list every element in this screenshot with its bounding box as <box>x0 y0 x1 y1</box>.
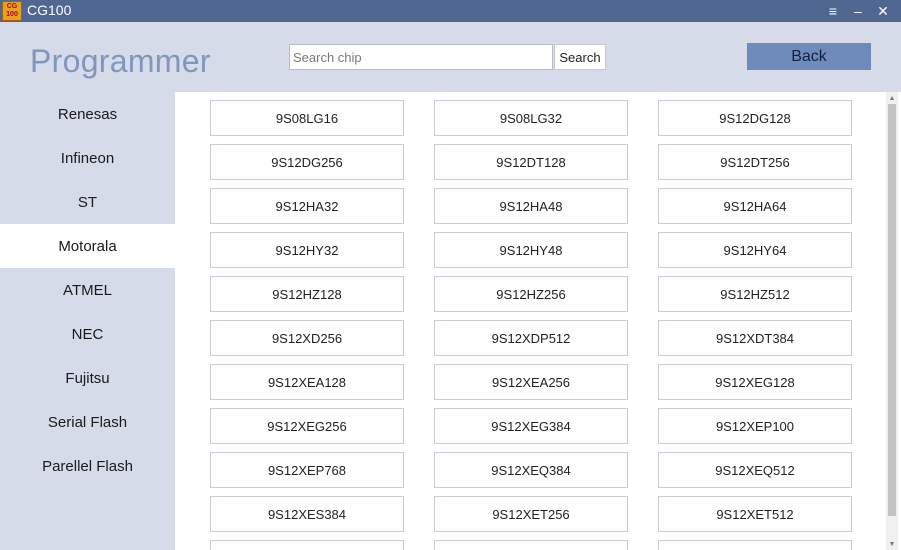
chip-button[interactable] <box>210 540 404 550</box>
chip-button[interactable]: 9S12DT256 <box>658 144 852 180</box>
chip-button-label: 9S08LG32 <box>499 110 563 126</box>
sidebar-item-label: Infineon <box>60 149 115 167</box>
chip-button-label: 9S12DT256 <box>720 154 790 170</box>
sidebar-item-nec[interactable]: NEC <box>0 312 175 356</box>
sidebar-item-atmel[interactable]: ATMEL <box>0 268 175 312</box>
chip-button[interactable]: 9S08LG32 <box>434 100 628 136</box>
chip-button-label: 9S12XEG128 <box>715 374 795 390</box>
sidebar-item-renesas[interactable]: Renesas <box>0 92 175 136</box>
chip-button-label: 9S12DG256 <box>271 154 343 170</box>
chip-button-label: 9S12HZ256 <box>496 286 566 302</box>
chip-button[interactable]: 9S12DT128 <box>434 144 628 180</box>
scroll-down-icon[interactable]: ▼ <box>886 538 898 550</box>
chip-button[interactable]: 9S12XD256 <box>210 320 404 356</box>
chip-button[interactable]: 9S12XDP512 <box>434 320 628 356</box>
chip-button-label: 9S12XEP100 <box>715 418 795 434</box>
chip-button[interactable]: 9S12XET512 <box>658 496 852 532</box>
chip-button[interactable]: 9S12HY48 <box>434 232 628 268</box>
chip-button-label: 9S08LG16 <box>275 110 339 126</box>
sidebar-item-label: Fujitsu <box>65 369 110 387</box>
chip-button[interactable]: 9S12XEP100 <box>658 408 852 444</box>
window-title: CG100 <box>27 2 72 18</box>
chip-button-label: 9S12HY32 <box>275 242 339 258</box>
chip-button[interactable]: 9S12HY32 <box>210 232 404 268</box>
chip-button-label: 9S12HY64 <box>723 242 787 258</box>
chip-button-label: 9S12XET256 <box>492 506 570 522</box>
chip-button-label: 9S12HY48 <box>499 242 563 258</box>
chip-button-label: 9S12XDT384 <box>715 330 795 346</box>
sidebar-item-fujitsu[interactable]: Fujitsu <box>0 356 175 400</box>
title-bar: CG 100 CG100 ≡ – ✕ <box>0 0 901 22</box>
chip-button-label: 9S12XD256 <box>271 330 343 346</box>
chip-button[interactable]: 9S12XEA128 <box>210 364 404 400</box>
chip-button-label: 9S12XEA256 <box>491 374 571 390</box>
chip-button[interactable]: 9S12XEG384 <box>434 408 628 444</box>
chip-button[interactable]: 9S12XET256 <box>434 496 628 532</box>
sidebar-item-serial-flash[interactable]: Serial Flash <box>0 400 175 444</box>
chip-button[interactable]: 9S12HA48 <box>434 188 628 224</box>
search-input[interactable] <box>289 44 553 70</box>
chip-button-label: 9S12HA48 <box>499 198 563 214</box>
chip-button-label: 9S12XEA128 <box>267 374 347 390</box>
chip-button[interactable]: 9S08LG16 <box>210 100 404 136</box>
sidebar-item-label: ST <box>77 193 98 211</box>
chip-button-label: 9S12HA64 <box>723 198 787 214</box>
sidebar-item-label: Motorala <box>58 237 117 255</box>
chip-button-label: 9S12DG128 <box>719 110 791 126</box>
sidebar-item-label: ATMEL <box>63 281 112 299</box>
page-title: Programmer <box>30 43 211 79</box>
minimize-icon[interactable]: – <box>847 0 869 22</box>
app-logo-icon: CG 100 <box>2 1 22 21</box>
chip-button-label: 9S12XET512 <box>716 506 794 522</box>
chip-button[interactable]: 9S12XEP768 <box>210 452 404 488</box>
chip-button-label: 9S12HZ128 <box>272 286 342 302</box>
chip-button[interactable]: 9S12HA64 <box>658 188 852 224</box>
chip-button-label: 9S12HA32 <box>275 198 339 214</box>
chip-button[interactable]: 9S12DG256 <box>210 144 404 180</box>
search-button[interactable]: Search <box>554 44 606 70</box>
sidebar-item-st[interactable]: ST <box>0 180 175 224</box>
sidebar-item-label: Renesas <box>57 105 118 123</box>
menu-icon[interactable]: ≡ <box>822 0 844 22</box>
sidebar-item-label: NEC <box>71 325 104 343</box>
chip-button[interactable]: 9S12XEG128 <box>658 364 852 400</box>
chip-button-label: 9S12XEG384 <box>491 418 571 434</box>
chip-button[interactable]: 9S12HY64 <box>658 232 852 268</box>
chip-button[interactable] <box>658 540 852 550</box>
close-icon[interactable]: ✕ <box>872 0 894 22</box>
chip-button-label: 9S12XDP512 <box>491 330 571 346</box>
chip-button[interactable]: 9S12HZ128 <box>210 276 404 312</box>
manufacturer-sidebar: Renesas Infineon ST Motorala ATMEL NEC F… <box>0 92 175 550</box>
chip-button-label: 9S12XEP768 <box>267 462 347 478</box>
sidebar-item-label: Serial Flash <box>47 413 128 431</box>
chip-button[interactable]: 9S12XEG256 <box>210 408 404 444</box>
vertical-scrollbar[interactable]: ▲ ▼ <box>886 92 898 550</box>
chip-button[interactable]: 9S12HZ256 <box>434 276 628 312</box>
chip-button-label: 9S12XEQ512 <box>715 462 795 478</box>
chip-button[interactable]: 9S12XEQ512 <box>658 452 852 488</box>
sidebar-item-infineon[interactable]: Infineon <box>0 136 175 180</box>
chip-button[interactable]: 9S12DG128 <box>658 100 852 136</box>
chip-button[interactable]: 9S12HZ512 <box>658 276 852 312</box>
chip-button[interactable]: 9S12XDT384 <box>658 320 852 356</box>
chip-button-label: 9S12XEG256 <box>267 418 347 434</box>
app-logo-text: CG 100 <box>6 3 18 18</box>
chip-button[interactable] <box>434 540 628 550</box>
scroll-up-icon[interactable]: ▲ <box>886 92 898 104</box>
back-button[interactable]: Back <box>747 43 871 70</box>
chip-button[interactable]: 9S12XES384 <box>210 496 404 532</box>
chip-button-label: 9S12XEQ384 <box>491 462 571 478</box>
chip-button[interactable]: 9S12XEA256 <box>434 364 628 400</box>
scroll-thumb[interactable] <box>888 104 896 516</box>
sidebar-item-label: Parellel Flash <box>42 457 133 475</box>
chip-list-panel: 9S08LG16 9S08LG32 9S12DG128 9S12DG256 9S12DT… <box>175 92 901 550</box>
sidebar-item-parellel-flash[interactable]: Parellel Flash <box>0 444 175 488</box>
chip-button[interactable]: 9S12HA32 <box>210 188 404 224</box>
sidebar-item-motorala[interactable]: Motorala <box>0 224 175 268</box>
chip-button-label: 9S12DT128 <box>496 154 566 170</box>
chip-button-label: 9S12XES384 <box>267 506 347 522</box>
chip-button[interactable]: 9S12XEQ384 <box>434 452 628 488</box>
chip-button-label: 9S12HZ512 <box>720 286 790 302</box>
